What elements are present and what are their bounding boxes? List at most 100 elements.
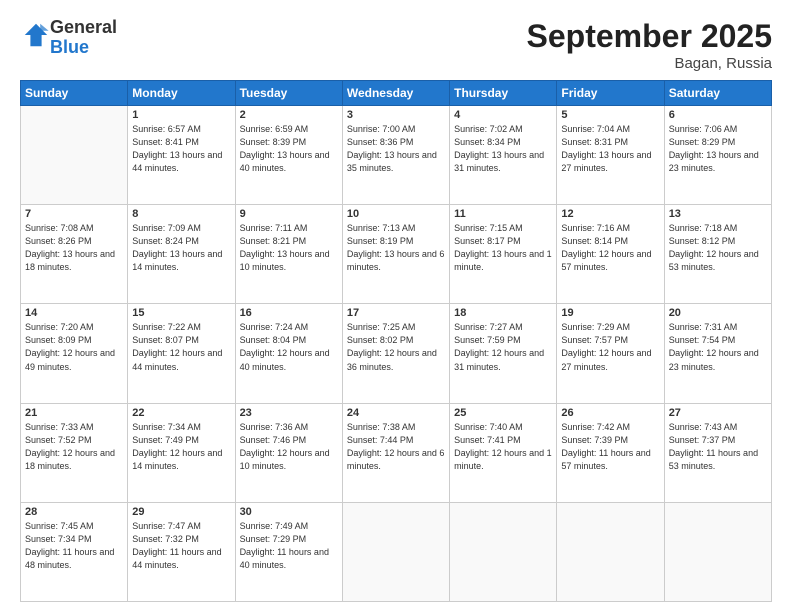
day-info: Sunrise: 7:45 AMSunset: 7:34 PMDaylight:… — [25, 520, 123, 572]
day-info: Sunrise: 7:25 AMSunset: 8:02 PMDaylight:… — [347, 321, 445, 373]
weekday-header-monday: Monday — [128, 81, 235, 106]
day-number: 9 — [240, 208, 338, 220]
weekday-header-thursday: Thursday — [450, 81, 557, 106]
month-title: September 2025 — [527, 18, 772, 55]
calendar-cell: 5 Sunrise: 7:04 AMSunset: 8:31 PMDaylight… — [557, 106, 664, 205]
day-number: 4 — [454, 109, 552, 121]
calendar-cell: 21 Sunrise: 7:33 AMSunset: 7:52 PMDayligh… — [21, 403, 128, 502]
day-info: Sunrise: 7:31 AMSunset: 7:54 PMDaylight:… — [669, 321, 767, 373]
day-number: 15 — [132, 307, 230, 319]
day-number: 24 — [347, 407, 445, 419]
day-info: Sunrise: 7:47 AMSunset: 7:32 PMDaylight:… — [132, 520, 230, 572]
calendar-cell: 27 Sunrise: 7:43 AMSunset: 7:37 PMDayligh… — [664, 403, 771, 502]
weekday-header-tuesday: Tuesday — [235, 81, 342, 106]
logo-blue-text: Blue — [50, 38, 117, 58]
logo-general-text: General — [50, 18, 117, 38]
day-info: Sunrise: 7:00 AMSunset: 8:36 PMDaylight:… — [347, 123, 445, 175]
calendar-week-3: 14 Sunrise: 7:20 AMSunset: 8:09 PMDayligh… — [21, 304, 772, 403]
day-number: 8 — [132, 208, 230, 220]
day-number: 27 — [669, 407, 767, 419]
calendar-cell: 30 Sunrise: 7:49 AMSunset: 7:29 PMDayligh… — [235, 502, 342, 601]
day-number: 18 — [454, 307, 552, 319]
calendar-cell: 2 Sunrise: 6:59 AMSunset: 8:39 PMDaylight… — [235, 106, 342, 205]
day-info: Sunrise: 7:20 AMSunset: 8:09 PMDaylight:… — [25, 321, 123, 373]
day-info: Sunrise: 6:57 AMSunset: 8:41 PMDaylight:… — [132, 123, 230, 175]
day-number: 2 — [240, 109, 338, 121]
calendar-cell: 23Sunrise: 7:36 AMSunset: 7:46 PMDayligh… — [235, 403, 342, 502]
calendar-header-row: SundayMondayTuesdayWednesdayThursdayFrid… — [21, 81, 772, 106]
day-info: Sunrise: 7:22 AMSunset: 8:07 PMDaylight:… — [132, 321, 230, 373]
day-info: Sunrise: 7:40 AMSunset: 7:41 PMDaylight:… — [454, 421, 552, 473]
day-info: Sunrise: 7:29 AMSunset: 7:57 PMDaylight:… — [561, 321, 659, 373]
calendar-cell: 19 Sunrise: 7:29 AMSunset: 7:57 PMDayligh… — [557, 304, 664, 403]
location: Bagan, Russia — [527, 55, 772, 72]
calendar-cell: 26Sunrise: 7:42 AMSunset: 7:39 PMDayligh… — [557, 403, 664, 502]
calendar-cell: 13Sunrise: 7:18 AMSunset: 8:12 PMDayligh… — [664, 205, 771, 304]
day-info: Sunrise: 7:11 AMSunset: 8:21 PMDaylight:… — [240, 222, 338, 274]
calendar-cell: 8 Sunrise: 7:09 AMSunset: 8:24 PMDaylight… — [128, 205, 235, 304]
calendar-week-5: 28 Sunrise: 7:45 AMSunset: 7:34 PMDayligh… — [21, 502, 772, 601]
weekday-header-saturday: Saturday — [664, 81, 771, 106]
day-info: Sunrise: 7:02 AMSunset: 8:34 PMDaylight:… — [454, 123, 552, 175]
day-info: Sunrise: 7:09 AMSunset: 8:24 PMDaylight:… — [132, 222, 230, 274]
day-number: 26 — [561, 407, 659, 419]
calendar-cell: 6 Sunrise: 7:06 AMSunset: 8:29 PMDaylight… — [664, 106, 771, 205]
day-info: Sunrise: 7:38 AMSunset: 7:44 PMDaylight:… — [347, 421, 445, 473]
day-number: 6 — [669, 109, 767, 121]
day-number: 21 — [25, 407, 123, 419]
day-info: Sunrise: 7:04 AMSunset: 8:31 PMDaylight:… — [561, 123, 659, 175]
calendar-cell: 18 Sunrise: 7:27 AMSunset: 7:59 PMDayligh… — [450, 304, 557, 403]
calendar-body: 1Sunrise: 6:57 AMSunset: 8:41 PMDaylight… — [21, 106, 772, 602]
day-info: Sunrise: 6:59 AMSunset: 8:39 PMDaylight:… — [240, 123, 338, 175]
weekday-header-wednesday: Wednesday — [342, 81, 449, 106]
day-info: Sunrise: 7:43 AMSunset: 7:37 PMDaylight:… — [669, 421, 767, 473]
calendar-cell: 17 Sunrise: 7:25 AMSunset: 8:02 PMDayligh… — [342, 304, 449, 403]
day-info: Sunrise: 7:49 AMSunset: 7:29 PMDaylight:… — [240, 520, 338, 572]
weekday-header-friday: Friday — [557, 81, 664, 106]
day-number: 14 — [25, 307, 123, 319]
day-info: Sunrise: 7:24 AMSunset: 8:04 PMDaylight:… — [240, 321, 338, 373]
day-number: 23 — [240, 407, 338, 419]
day-number: 10 — [347, 208, 445, 220]
day-number: 17 — [347, 307, 445, 319]
calendar-cell: 12Sunrise: 7:16 AMSunset: 8:14 PMDayligh… — [557, 205, 664, 304]
day-number: 29 — [132, 506, 230, 518]
logo: General Blue — [20, 18, 117, 58]
day-number: 30 — [240, 506, 338, 518]
calendar-cell: 11Sunrise: 7:15 AMSunset: 8:17 PMDayligh… — [450, 205, 557, 304]
day-number: 22 — [132, 407, 230, 419]
calendar-cell: 14 Sunrise: 7:20 AMSunset: 8:09 PMDayligh… — [21, 304, 128, 403]
calendar-cell: 1Sunrise: 6:57 AMSunset: 8:41 PMDaylight… — [128, 106, 235, 205]
calendar-cell: 15 Sunrise: 7:22 AMSunset: 8:07 PMDayligh… — [128, 304, 235, 403]
calendar-cell: 4 Sunrise: 7:02 AMSunset: 8:34 PMDaylight… — [450, 106, 557, 205]
day-number: 5 — [561, 109, 659, 121]
day-number: 19 — [561, 307, 659, 319]
calendar-week-4: 21 Sunrise: 7:33 AMSunset: 7:52 PMDayligh… — [21, 403, 772, 502]
day-number: 7 — [25, 208, 123, 220]
day-number: 12 — [561, 208, 659, 220]
page: General Blue September 2025 Bagan, Russi… — [0, 0, 792, 612]
calendar-cell: 22 Sunrise: 7:34 AMSunset: 7:49 PMDayligh… — [128, 403, 235, 502]
calendar-cell — [342, 502, 449, 601]
calendar-cell — [21, 106, 128, 205]
calendar-cell: 7Sunrise: 7:08 AMSunset: 8:26 PMDaylight… — [21, 205, 128, 304]
day-number: 3 — [347, 109, 445, 121]
weekday-header-sunday: Sunday — [21, 81, 128, 106]
calendar-cell: 10 Sunrise: 7:13 AMSunset: 8:19 PMDayligh… — [342, 205, 449, 304]
calendar-cell: 25 Sunrise: 7:40 AMSunset: 7:41 PMDayligh… — [450, 403, 557, 502]
day-number: 20 — [669, 307, 767, 319]
calendar-cell — [664, 502, 771, 601]
day-number: 16 — [240, 307, 338, 319]
calendar-week-2: 7Sunrise: 7:08 AMSunset: 8:26 PMDaylight… — [21, 205, 772, 304]
calendar-cell: 16 Sunrise: 7:24 AMSunset: 8:04 PMDayligh… — [235, 304, 342, 403]
day-info: Sunrise: 7:33 AMSunset: 7:52 PMDaylight:… — [25, 421, 123, 473]
day-number: 13 — [669, 208, 767, 220]
calendar-cell — [557, 502, 664, 601]
day-info: Sunrise: 7:06 AMSunset: 8:29 PMDaylight:… — [669, 123, 767, 175]
day-info: Sunrise: 7:27 AMSunset: 7:59 PMDaylight:… — [454, 321, 552, 373]
day-info: Sunrise: 7:13 AMSunset: 8:19 PMDaylight:… — [347, 222, 445, 274]
day-info: Sunrise: 7:34 AMSunset: 7:49 PMDaylight:… — [132, 421, 230, 473]
day-number: 25 — [454, 407, 552, 419]
calendar-cell: 24 Sunrise: 7:38 AMSunset: 7:44 PMDayligh… — [342, 403, 449, 502]
day-number: 28 — [25, 506, 123, 518]
